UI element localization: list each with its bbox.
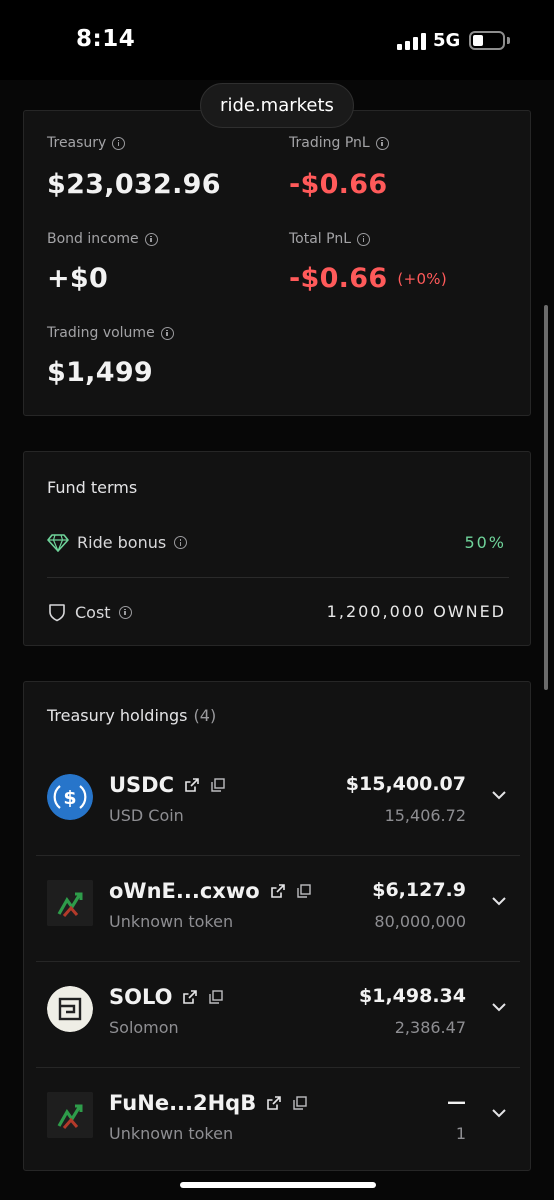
external-link-icon[interactable]	[266, 1095, 282, 1111]
info-icon[interactable]	[160, 326, 174, 340]
trading-pnl-label: Trading PnL	[289, 135, 389, 151]
treasury-value: $23,032.96	[47, 169, 221, 200]
token-amount: 1	[455, 1124, 466, 1143]
total-pnl-amount: -$0.66	[289, 263, 388, 294]
external-link-icon[interactable]	[184, 777, 200, 793]
holdings-count: (4)	[193, 706, 217, 725]
trading-volume-label: Trading volume	[47, 325, 174, 341]
ride-bonus-value: 50%	[464, 533, 506, 552]
token-symbol: SOLO	[109, 985, 224, 1009]
chevron-down-icon[interactable]	[490, 892, 508, 910]
token-symbol-text: FuNe...2HqB	[109, 1091, 257, 1115]
unknown-token-logo	[47, 880, 93, 926]
solomon-logo	[47, 986, 93, 1032]
total-pnl-value: -$0.66 (+0%)	[289, 263, 447, 294]
shield-icon	[49, 604, 65, 622]
info-icon[interactable]	[112, 136, 126, 150]
fund-terms-card: Fund terms Ride bonus 50% Cost 1,200,000…	[23, 451, 531, 646]
ride-bonus-row: Ride bonus	[47, 533, 188, 552]
copy-icon[interactable]	[296, 883, 312, 899]
info-icon[interactable]	[118, 605, 132, 619]
status-bar: 8:14 5G	[0, 0, 554, 80]
token-name: Solomon	[109, 1018, 179, 1037]
treasury-holdings-card: Treasury holdings (4) $ USDC USD Coin $15…	[23, 681, 531, 1171]
fund-terms-title: Fund terms	[47, 478, 138, 497]
chevron-down-icon[interactable]	[490, 786, 508, 804]
token-name: Unknown token	[109, 1124, 234, 1143]
home-indicator[interactable]	[180, 1182, 376, 1188]
usdc-logo: $	[47, 774, 93, 820]
cost-row: Cost	[47, 602, 132, 622]
token-value: $15,400.07	[345, 773, 466, 795]
token-value: $1,498.34	[359, 985, 466, 1007]
bond-income-label: Bond income	[47, 231, 158, 247]
token-value: $6,127.9	[372, 879, 466, 901]
battery-cap	[507, 37, 510, 44]
holding-row-usdc[interactable]: $ USDC USD Coin $15,400.07 15,406.72	[36, 750, 520, 855]
svg-text:$: $	[63, 787, 76, 809]
battery-icon	[469, 31, 505, 50]
token-symbol: USDC	[109, 773, 226, 797]
info-icon[interactable]	[357, 232, 371, 246]
info-icon[interactable]	[144, 232, 158, 246]
unknown-token-logo	[47, 1092, 93, 1138]
cost-label: Cost	[75, 602, 111, 622]
token-symbol-text: SOLO	[109, 985, 173, 1009]
info-icon[interactable]	[375, 136, 389, 150]
holdings-title-text: Treasury holdings	[47, 706, 188, 725]
cost-value: 1,200,000 OWNED	[326, 602, 506, 621]
holding-row-solo[interactable]: SOLO Solomon $1,498.34 2,386.47	[36, 962, 520, 1067]
total-pnl-percent: (+0%)	[397, 269, 447, 288]
copy-icon[interactable]	[292, 1095, 308, 1111]
copy-icon[interactable]	[210, 777, 226, 793]
token-name: Unknown token	[109, 912, 234, 931]
url-bar[interactable]: ride.markets	[200, 83, 354, 128]
chevron-down-icon[interactable]	[490, 1104, 508, 1122]
holding-row-owne[interactable]: oWnE...cxwo Unknown token $6,127.9 80,00…	[36, 856, 520, 961]
divider	[47, 577, 509, 578]
total-pnl-label: Total PnL	[289, 231, 371, 247]
chevron-down-icon[interactable]	[490, 998, 508, 1016]
signal-icon	[397, 33, 427, 50]
trading-pnl-value: -$0.66	[289, 169, 388, 200]
token-symbol-text: oWnE...cxwo	[109, 879, 260, 903]
status-time: 8:14	[76, 26, 136, 52]
page-content: Treasury $23,032.96 Trading PnL -$0.66 B…	[0, 0, 554, 1200]
stats-card: Treasury $23,032.96 Trading PnL -$0.66 B…	[23, 110, 531, 416]
holdings-title: Treasury holdings (4)	[47, 706, 216, 725]
token-symbol: oWnE...cxwo	[109, 879, 312, 903]
token-amount: 2,386.47	[394, 1018, 466, 1037]
copy-icon[interactable]	[208, 989, 224, 1005]
token-amount: 15,406.72	[384, 806, 466, 825]
token-amount: 80,000,000	[374, 912, 466, 931]
bond-income-value: +$0	[47, 263, 109, 294]
token-symbol: FuNe...2HqB	[109, 1091, 308, 1115]
external-link-icon[interactable]	[270, 883, 286, 899]
token-value: —	[447, 1091, 466, 1113]
holding-row-fune[interactable]: FuNe...2HqB Unknown token — 1	[36, 1068, 520, 1173]
info-icon[interactable]	[174, 536, 188, 549]
ride-bonus-label: Ride bonus	[77, 533, 167, 552]
external-link-icon[interactable]	[182, 989, 198, 1005]
token-symbol-text: USDC	[109, 773, 175, 797]
treasury-label: Treasury	[47, 135, 126, 151]
scrollbar[interactable]	[544, 305, 548, 690]
network-type: 5G	[433, 30, 461, 51]
diamond-icon	[47, 533, 69, 552]
trading-volume-value: $1,499	[47, 357, 153, 388]
token-name: USD Coin	[109, 806, 184, 825]
